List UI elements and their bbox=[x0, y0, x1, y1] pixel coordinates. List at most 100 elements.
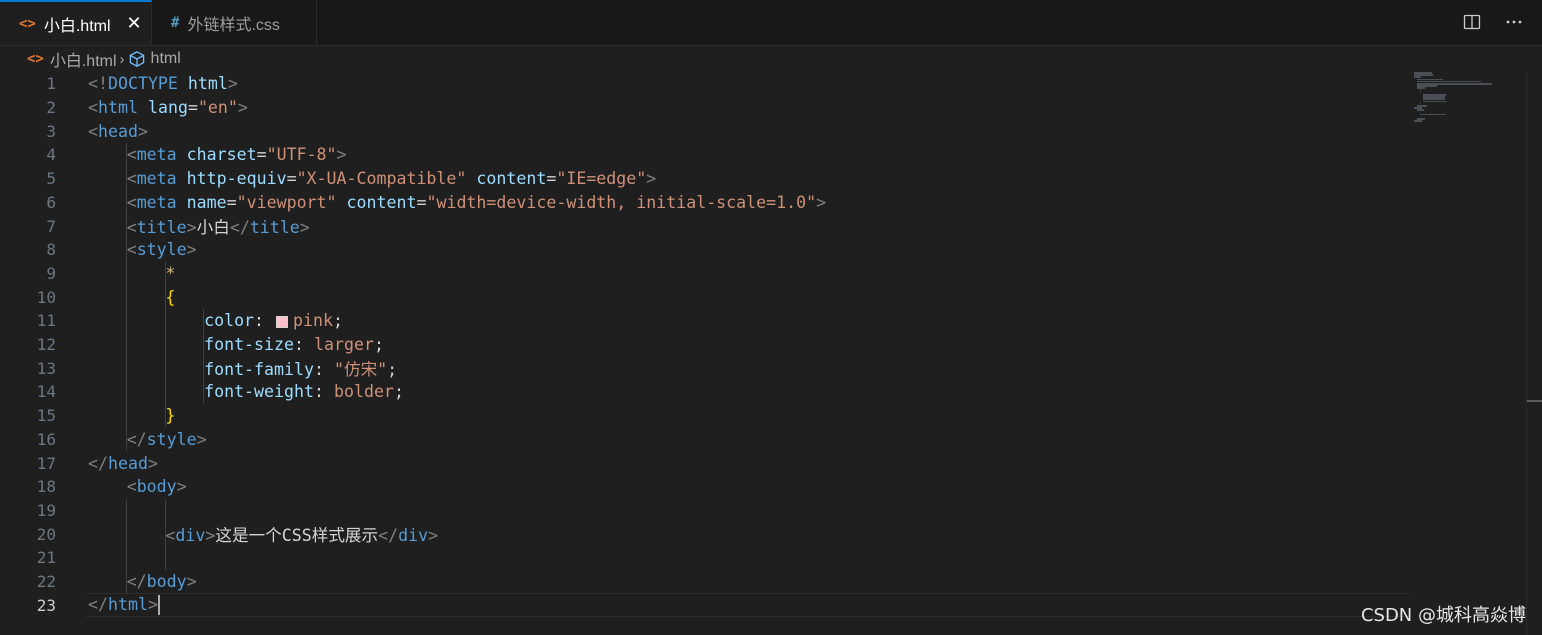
token-str: "IE=edge" bbox=[556, 169, 647, 189]
token-tag: title bbox=[249, 218, 300, 238]
code-line[interactable]: 9 * bbox=[0, 262, 1410, 286]
line-number: 19 bbox=[36, 500, 56, 520]
line-code: <meta http-equiv="X-UA-Compatible" conte… bbox=[127, 169, 657, 188]
line-code: <body> bbox=[127, 477, 187, 496]
vertical-scrollbar[interactable] bbox=[1526, 72, 1542, 635]
code-line[interactable]: 3 <head> bbox=[0, 119, 1410, 143]
code-line[interactable]: 18 <body> bbox=[0, 475, 1410, 499]
line-number: 22 bbox=[36, 572, 56, 592]
token-plain: : bbox=[294, 335, 314, 355]
line-code: <div>这是一个CSS样式展示</div> bbox=[165, 522, 438, 546]
line-number: 9 bbox=[46, 263, 56, 283]
line-code: <html lang="en"> bbox=[88, 98, 248, 117]
code-line[interactable]: 20 <div>这是一个CSS样式展示</div> bbox=[0, 522, 1410, 546]
token-str: "UTF-8" bbox=[266, 145, 337, 165]
minimap[interactable] bbox=[1410, 72, 1522, 132]
token-attr: content bbox=[476, 169, 547, 189]
token-str: "X-UA-Compatible" bbox=[296, 169, 467, 189]
token-punct: > bbox=[816, 192, 827, 212]
token-prop: color bbox=[204, 311, 255, 331]
token-plain: = bbox=[546, 169, 557, 189]
tab-html-file[interactable]: <> 小白.html ✕ bbox=[0, 0, 152, 45]
symbol-element-icon bbox=[128, 50, 146, 68]
minimap-line bbox=[1420, 91, 1422, 94]
token-punct: </ bbox=[88, 453, 108, 473]
token-tag: div bbox=[398, 526, 429, 546]
token-tag: meta bbox=[136, 169, 177, 189]
token-plain: = bbox=[286, 169, 297, 189]
html-file-icon: <> bbox=[27, 51, 44, 67]
css-file-icon: # bbox=[171, 14, 180, 31]
code-line[interactable]: 14 font-weight: bolder; bbox=[0, 380, 1410, 404]
token-plain: = bbox=[187, 98, 198, 118]
token-plain: ; bbox=[373, 335, 384, 355]
token-punct: > bbox=[299, 218, 310, 238]
line-number: 14 bbox=[36, 382, 56, 402]
token-punct: < bbox=[126, 218, 137, 238]
code-line[interactable]: 10 { bbox=[0, 285, 1410, 309]
split-editor-icon[interactable] bbox=[1462, 12, 1482, 32]
code-line[interactable]: 8 <style> bbox=[0, 238, 1410, 262]
code-line[interactable]: 23 </html> bbox=[0, 593, 1410, 617]
code-line[interactable]: 2 <html lang="en"> bbox=[0, 96, 1410, 120]
token-brace: { bbox=[165, 287, 176, 307]
line-number: 1 bbox=[46, 74, 56, 94]
code-line[interactable]: 12 font-size: larger; bbox=[0, 333, 1410, 357]
line-code: </head> bbox=[88, 454, 158, 473]
token-attr: charset bbox=[186, 145, 257, 165]
tab-css-file[interactable]: # 外链样式.css bbox=[153, 0, 317, 45]
token-punct: < bbox=[126, 240, 137, 260]
token-punct: < bbox=[126, 192, 137, 212]
minimap-line bbox=[1417, 87, 1426, 89]
code-line[interactable]: 13 font-family: "仿宋"; bbox=[0, 356, 1410, 380]
code-line[interactable]: 11 color: pink; bbox=[0, 309, 1410, 333]
token-plain: ; bbox=[387, 360, 398, 380]
line-code: </html> bbox=[88, 595, 160, 616]
tab-bar: <> 小白.html ✕ # 外链样式.css bbox=[0, 0, 1542, 46]
text-cursor bbox=[157, 595, 160, 616]
code-line[interactable]: 4 <meta charset="UTF-8"> bbox=[0, 143, 1410, 167]
token-punct: > bbox=[176, 477, 187, 497]
breadcrumb-symbol[interactable]: html bbox=[151, 50, 181, 68]
code-line[interactable]: 16 </style> bbox=[0, 428, 1410, 452]
breadcrumb-separator: › bbox=[119, 50, 125, 68]
close-tab-button[interactable]: ✕ bbox=[124, 13, 144, 33]
color-swatch[interactable] bbox=[276, 315, 289, 328]
token-plain: ; bbox=[333, 311, 343, 331]
code-line[interactable]: 21 bbox=[0, 546, 1410, 570]
token-tag: DOCTYPE bbox=[107, 74, 178, 94]
line-number: 20 bbox=[36, 524, 56, 544]
code-line[interactable]: 15} bbox=[0, 404, 1410, 428]
token-sel: * bbox=[165, 263, 176, 283]
minimap-line bbox=[1414, 120, 1423, 122]
code-line[interactable]: 1 <!DOCTYPE html> bbox=[0, 72, 1410, 96]
line-number: 15 bbox=[36, 406, 56, 426]
token-tag: head bbox=[107, 453, 148, 473]
code-line[interactable]: 6 <meta name="viewport" content="width=de… bbox=[0, 191, 1410, 215]
token-punct: </ bbox=[126, 429, 147, 449]
line-code: * bbox=[165, 264, 175, 283]
line-code: </style> bbox=[127, 430, 207, 449]
token-punct: < bbox=[88, 98, 98, 118]
code-line[interactable]: 22 </body> bbox=[0, 570, 1410, 594]
token-tag: body bbox=[136, 477, 177, 497]
line-code: <style> bbox=[127, 240, 197, 259]
code-editor[interactable]: 1 <!DOCTYPE html> 2 <html lang="en"> 3 <head>… bbox=[0, 72, 1527, 635]
more-actions-icon[interactable] bbox=[1504, 12, 1524, 32]
indent-guide bbox=[126, 498, 127, 594]
line-code: font-weight: bolder; bbox=[204, 382, 404, 401]
breadcrumb-file[interactable]: 小白.html bbox=[50, 47, 117, 71]
token-punct: > bbox=[237, 98, 248, 118]
token-str: "en" bbox=[197, 98, 238, 118]
code-line[interactable]: 5 <meta http-equiv="X-UA-Compatible" cont… bbox=[0, 167, 1410, 191]
token-tag: style bbox=[146, 429, 197, 449]
code-line[interactable]: 7 <title>小白</title> bbox=[0, 214, 1410, 238]
code-line[interactable]: 17 </head> bbox=[0, 451, 1410, 475]
line-code: font-size: larger; bbox=[204, 335, 384, 354]
code-line[interactable]: 19 bbox=[0, 499, 1410, 523]
token-val: bolder bbox=[333, 382, 394, 402]
